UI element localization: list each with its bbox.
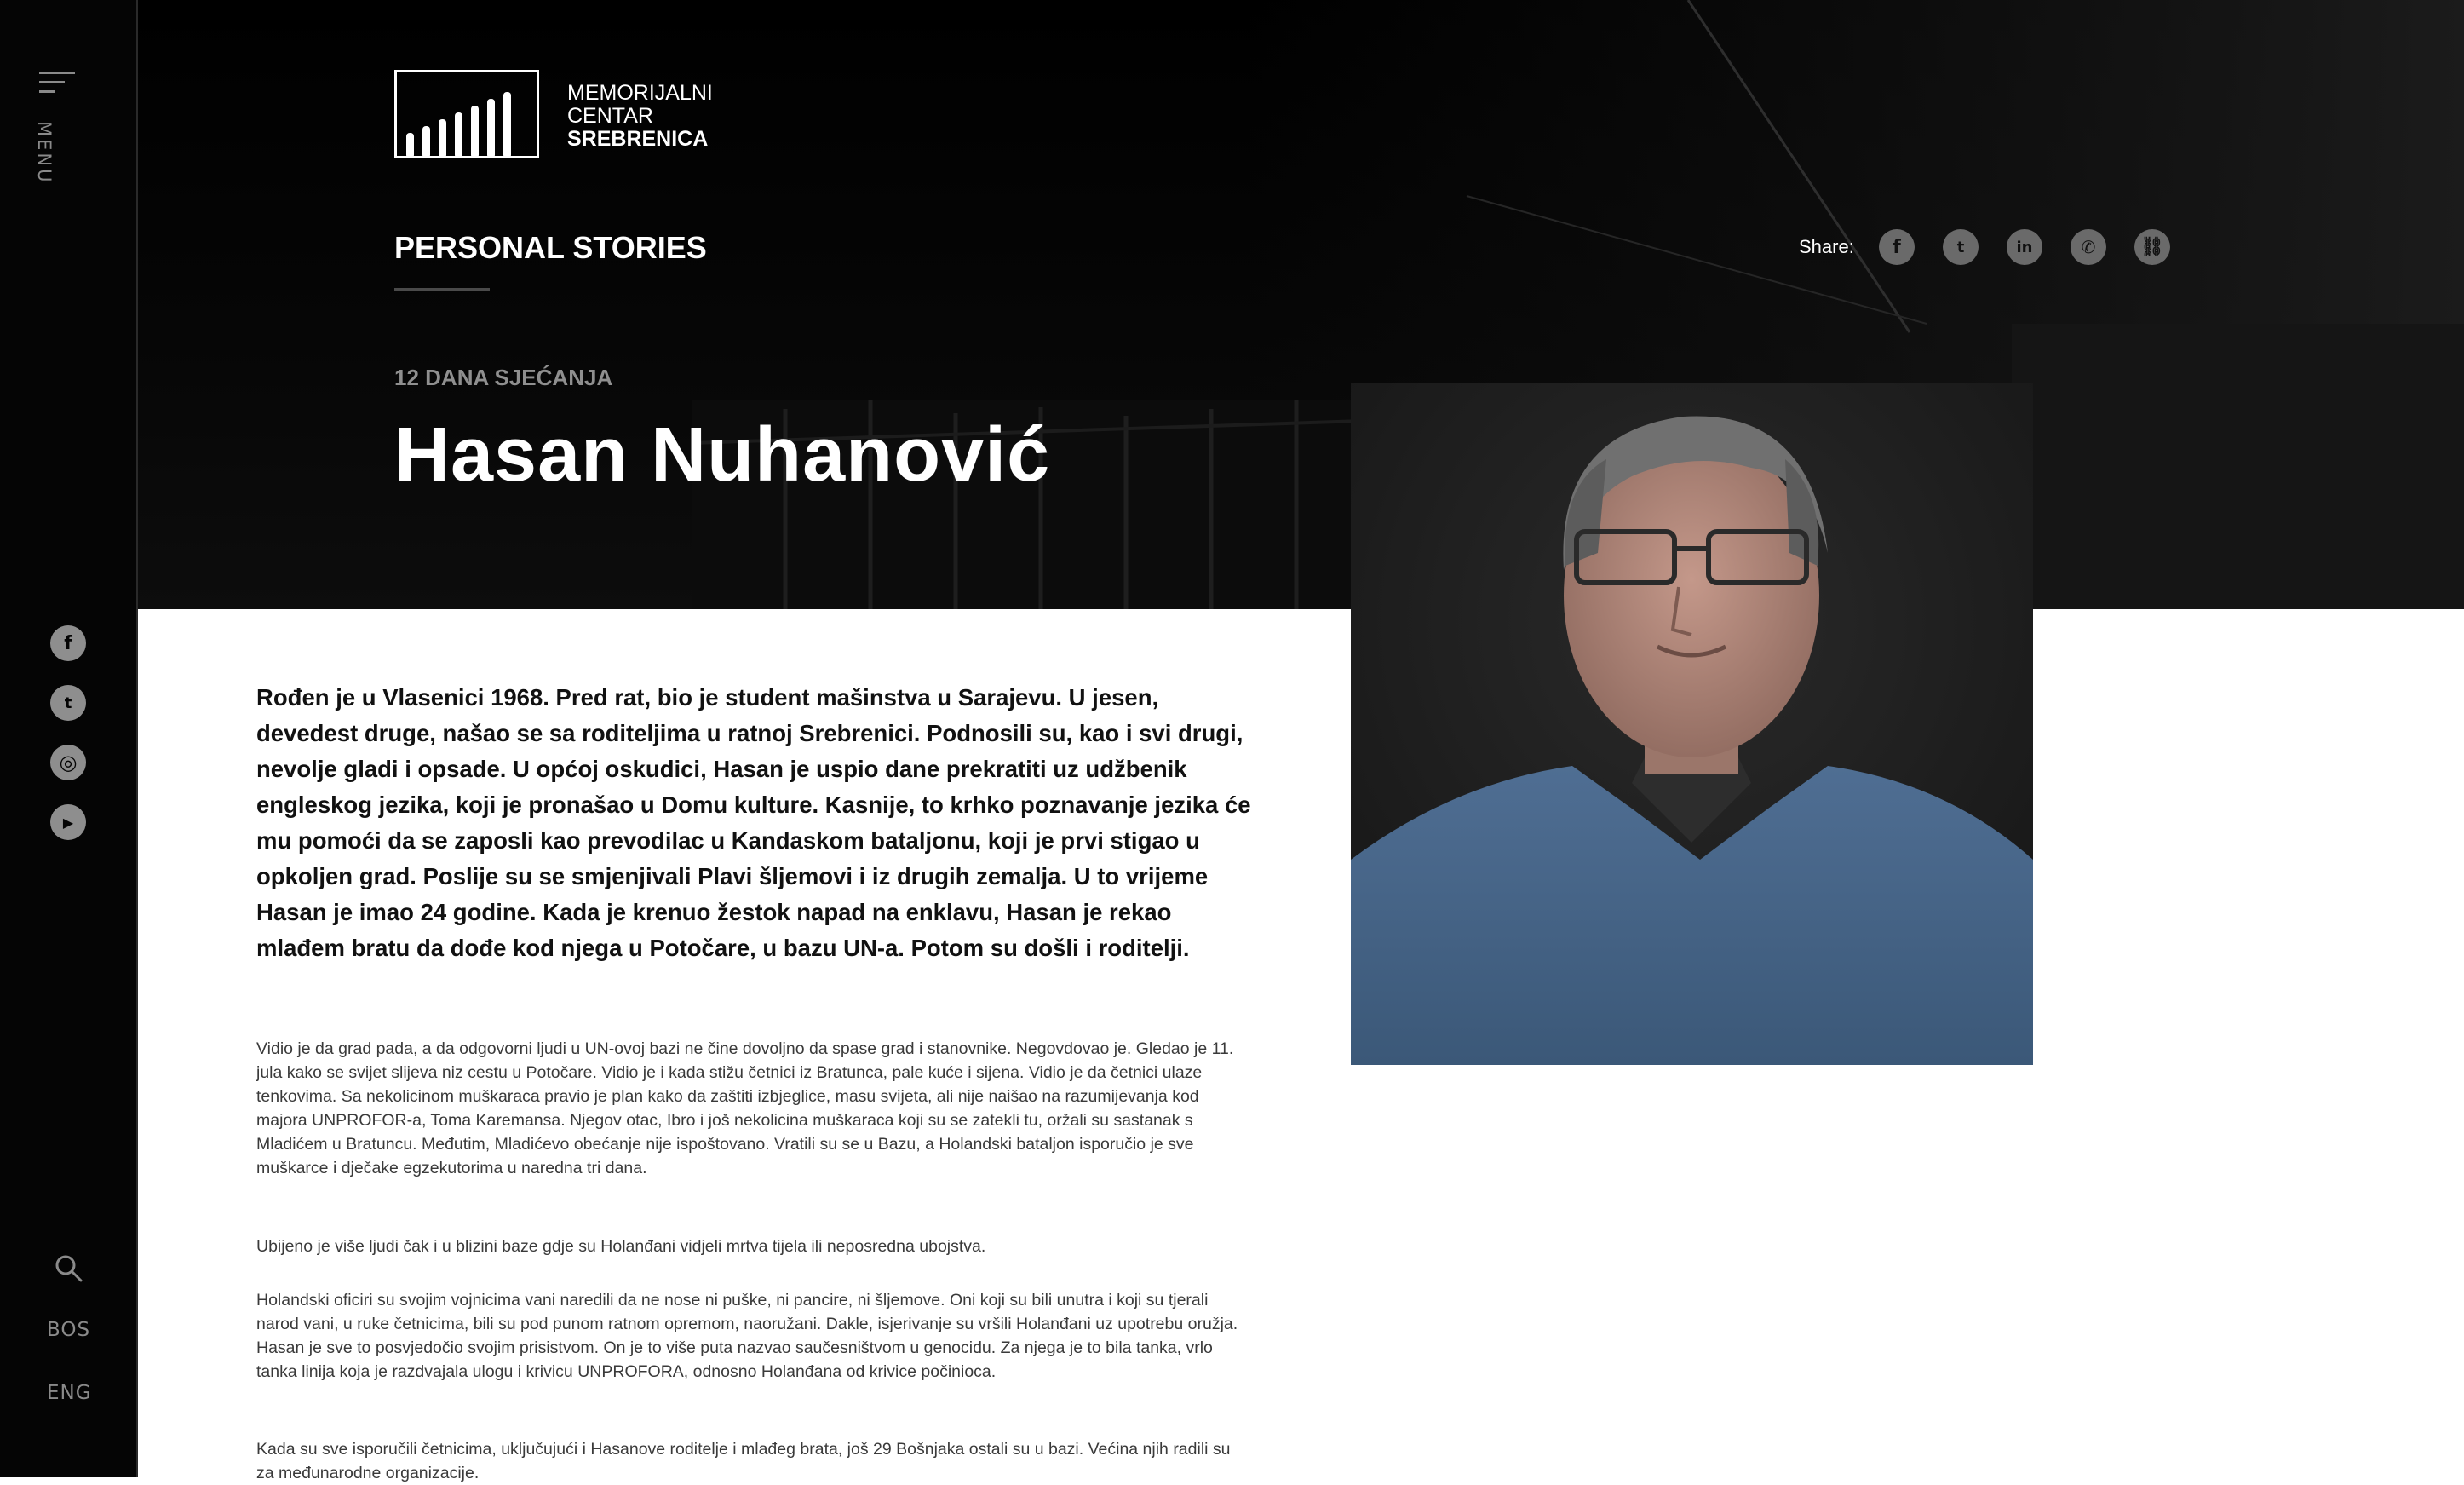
article-paragraph: Vidio je da grad pada, a da odgovorni lj… — [256, 1039, 1234, 1177]
person-name: Hasan Nuhanović — [394, 412, 1051, 498]
language-bos[interactable]: BOS — [47, 1319, 98, 1341]
section-divider — [394, 288, 490, 291]
link-icon[interactable]: ⛓ — [2134, 229, 2170, 265]
memorial-center-logo[interactable] — [394, 70, 539, 158]
viber-icon[interactable]: ✆ — [2071, 229, 2106, 265]
sidebar: MENU f t ◎ ▶ BOS ENG — [0, 0, 138, 1477]
twitter-icon[interactable]: t — [1943, 229, 1979, 265]
article-paragraph: Ubijeno je više ljudi čak i u blizini ba… — [256, 1237, 986, 1256]
instagram-icon[interactable]: ◎ — [50, 745, 86, 780]
article-paragraph: Kada su sve isporučili četnicima, uključ… — [256, 1440, 1231, 1482]
facebook-icon[interactable]: f — [1879, 229, 1915, 265]
logo-line: MEMORIJALNI — [567, 81, 713, 105]
search-icon[interactable] — [55, 1254, 83, 1283]
youtube-icon[interactable]: ▶ — [50, 804, 86, 840]
hero-header: MEMORIJALNI CENTAR SREBRENICA PERSONAL S… — [138, 0, 2464, 609]
share-label: Share: — [1799, 236, 1854, 257]
menu-label[interactable]: MENU — [34, 121, 55, 184]
menu-icon[interactable] — [39, 72, 75, 97]
story-series-label: 12 DANA SJEĆANJA — [394, 365, 613, 390]
facebook-icon[interactable]: f — [50, 625, 86, 661]
logo-text: MEMORIJALNI CENTAR SREBRENICA — [567, 82, 713, 151]
portrait-photo — [1351, 383, 2033, 1065]
language-eng[interactable]: ENG — [47, 1382, 98, 1404]
linkedin-icon[interactable]: in — [2007, 229, 2042, 265]
logo-line: CENTAR — [567, 104, 653, 128]
article-lead: Rođen je u Vlasenici 1968. Pred rat, bio… — [256, 684, 1251, 961]
twitter-icon[interactable]: t — [50, 685, 86, 721]
logo-line: SREBRENICA — [567, 127, 709, 151]
section-title: PERSONAL STORIES — [394, 230, 707, 265]
article-paragraph: Holandski oficiri su svojim vojnicima va… — [256, 1291, 1238, 1381]
